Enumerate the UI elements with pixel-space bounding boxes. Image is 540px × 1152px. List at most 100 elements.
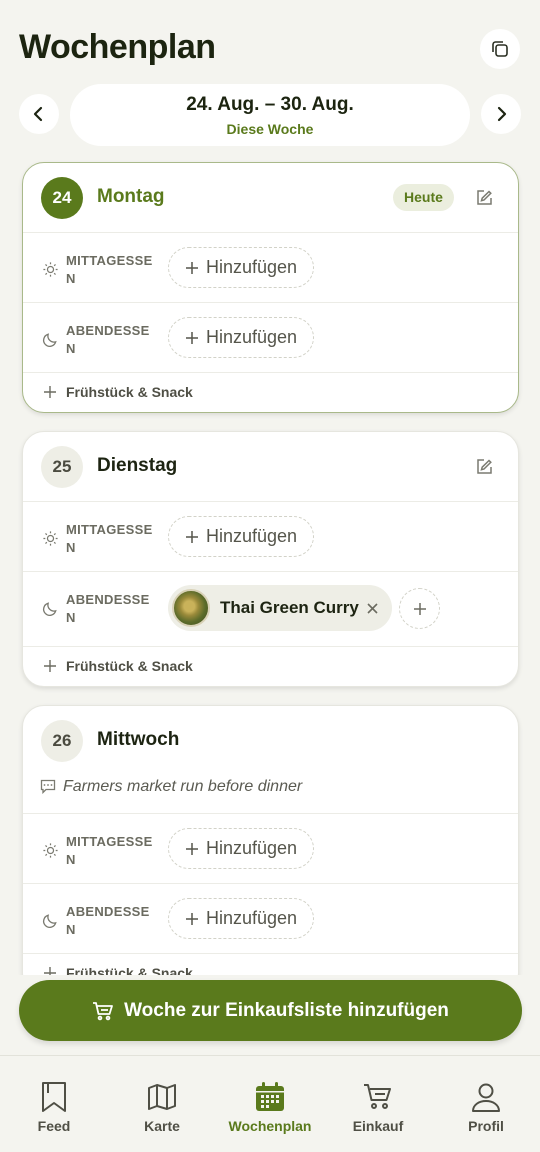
edit-day-button[interactable] (471, 454, 497, 480)
edit-day-button[interactable] (471, 185, 497, 211)
add-meal-button[interactable]: Hinzufügen (168, 898, 314, 939)
moon-icon (42, 914, 57, 929)
plus-icon (185, 331, 198, 344)
chevron-right-icon (497, 106, 507, 122)
plus-icon (44, 386, 56, 398)
close-icon (366, 602, 378, 614)
moon-icon (42, 602, 57, 617)
day-card-wednesday: 26 Mittwoch Farmers market run before di… (22, 705, 519, 975)
add-week-to-shopping-list-button[interactable]: Woche zur Einkaufsliste hinzufügen (19, 980, 522, 1041)
nav-label: Einkauf (352, 1118, 404, 1134)
week-subtitle: Diese Woche (226, 121, 314, 137)
snack-label: Frühstück & Snack (66, 658, 193, 674)
day-header: 26 Mittwoch (23, 706, 518, 775)
snack-label: Frühstück & Snack (66, 384, 193, 400)
day-number: 26 (41, 720, 83, 762)
next-week-button[interactable] (481, 94, 521, 134)
week-range: 24. Aug. – 30. Aug. (186, 94, 354, 115)
meal-label: ABENDESSEN (66, 904, 150, 937)
day-header: 25 Dienstag (23, 432, 518, 501)
day-list[interactable]: 24 Montag Heute MITTAGESSEN Hinzufügen A… (0, 152, 540, 975)
bookmark-icon (42, 1082, 66, 1112)
add-meal-label: Hinzufügen (205, 908, 298, 928)
meal-row-dinner: ABENDESSEN Hinzufügen (23, 302, 518, 372)
nav-item-feed[interactable]: Feed (0, 1056, 108, 1152)
recipe-thumbnail (172, 589, 210, 627)
day-card-monday: 24 Montag Heute MITTAGESSEN Hinzufügen A… (22, 162, 519, 413)
meal-label: MITTAGESSEN (66, 834, 153, 867)
day-header: 24 Montag Heute (23, 163, 518, 232)
calendar-icon (256, 1082, 284, 1111)
add-meal-label: Hinzufügen (205, 526, 298, 546)
nav-label: Feed (37, 1118, 71, 1134)
moon-icon (42, 333, 57, 348)
meal-row-lunch: MITTAGESSEN Hinzufügen (23, 501, 518, 571)
today-badge: Heute (393, 184, 454, 211)
day-name: Mittwoch (97, 729, 180, 750)
add-another-recipe-button[interactable] (399, 588, 440, 629)
plus-icon (185, 530, 198, 543)
sun-icon (43, 843, 58, 858)
week-navigation: 24. Aug. – 30. Aug. Diese Woche (0, 84, 540, 146)
nav-label: Wochenplan (228, 1118, 312, 1134)
day-card-tuesday: 25 Dienstag MITTAGESSEN Hinzufügen ABEND… (22, 431, 519, 687)
add-meal-button[interactable]: Hinzufügen (168, 247, 314, 288)
chevron-left-icon (33, 106, 43, 122)
map-icon (148, 1084, 176, 1110)
week-selector[interactable]: 24. Aug. – 30. Aug. Diese Woche (70, 84, 470, 146)
add-meal-button[interactable]: Hinzufügen (168, 516, 314, 557)
day-name: Dienstag (97, 455, 178, 476)
add-meal-label: Hinzufügen (205, 838, 298, 858)
add-breakfast-snack-button[interactable]: Frühstück & Snack (23, 953, 518, 975)
day-number: 24 (41, 177, 83, 219)
meal-label: ABENDESSEN (66, 592, 150, 625)
plus-icon (44, 967, 56, 975)
edit-icon (477, 459, 492, 474)
page-title: Wochenplan (19, 28, 216, 66)
plus-icon (413, 602, 426, 615)
add-meal-label: Hinzufügen (205, 257, 298, 277)
remove-recipe-button[interactable] (362, 598, 382, 618)
user-icon (472, 1083, 500, 1112)
day-note[interactable]: Farmers market run before dinner (23, 775, 518, 813)
cart-icon (364, 1084, 391, 1109)
meal-row-dinner: ABENDESSEN Hinzufügen (23, 883, 518, 953)
add-meal-button[interactable]: Hinzufügen (168, 317, 314, 358)
nav-item-weekplan[interactable]: Wochenplan (216, 1056, 324, 1152)
cta-label: Woche zur Einkaufsliste hinzufügen (124, 999, 449, 1021)
comment-icon (40, 779, 56, 794)
sun-icon (43, 262, 58, 277)
meal-row-dinner: ABENDESSEN Thai Green Curry (23, 571, 518, 646)
meal-label: ABENDESSEN (66, 323, 150, 356)
recipe-name: Thai Green Curry (220, 598, 359, 617)
plus-icon (185, 261, 198, 274)
bottom-navigation: Feed Karte Wochenplan Einkauf Profil (0, 1055, 540, 1152)
meal-row-lunch: MITTAGESSEN Hinzufügen (23, 813, 518, 883)
day-name: Montag (97, 186, 165, 207)
add-breakfast-snack-button[interactable]: Frühstück & Snack (23, 646, 518, 686)
previous-week-button[interactable] (19, 94, 59, 134)
nav-label: Karte (144, 1118, 180, 1134)
add-meal-button[interactable]: Hinzufügen (168, 828, 314, 869)
nav-item-map[interactable]: Karte (108, 1056, 216, 1152)
meal-label: MITTAGESSEN (66, 522, 153, 555)
plus-icon (185, 912, 198, 925)
recipe-chip[interactable]: Thai Green Curry (168, 585, 392, 631)
header: Wochenplan (0, 0, 540, 80)
nav-label: Profil (468, 1118, 504, 1134)
snack-label: Frühstück & Snack (66, 965, 193, 975)
copy-icon (492, 41, 508, 57)
plus-icon (44, 660, 56, 672)
add-breakfast-snack-button[interactable]: Frühstück & Snack (23, 372, 518, 412)
day-number: 25 (41, 446, 83, 488)
cart-icon (93, 1001, 113, 1020)
add-meal-label: Hinzufügen (205, 327, 298, 347)
plus-icon (185, 842, 198, 855)
meal-label: MITTAGESSEN (66, 253, 153, 286)
copy-week-button[interactable] (480, 29, 520, 69)
sun-icon (43, 531, 58, 546)
meal-row-lunch: MITTAGESSEN Hinzufügen (23, 232, 518, 302)
nav-item-shopping[interactable]: Einkauf (324, 1056, 432, 1152)
note-text: Farmers market run before dinner (63, 778, 303, 795)
nav-item-profile[interactable]: Profil (432, 1056, 540, 1152)
